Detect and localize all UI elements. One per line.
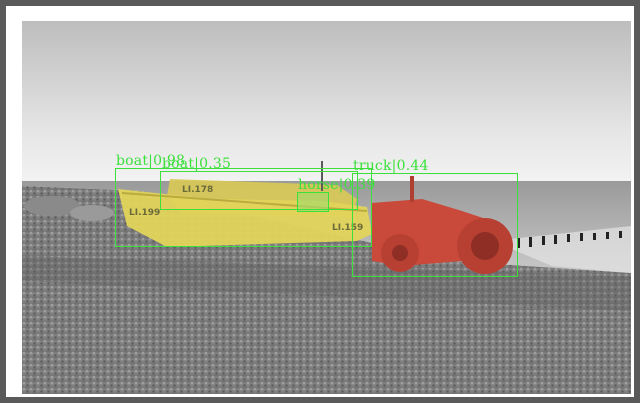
detection-box-horse [297, 192, 329, 212]
image-frame: LI.199 LI.178 LI.159 boat|0.98 boat|0.35… [6, 6, 634, 397]
detection-label-truck: truck|0.44 [353, 158, 429, 174]
detection-box-truck [352, 173, 518, 277]
detection-label-boat-2: boat|0.35 [162, 156, 232, 172]
beach-photo: LI.199 LI.178 LI.159 boat|0.98 boat|0.35… [22, 21, 631, 394]
